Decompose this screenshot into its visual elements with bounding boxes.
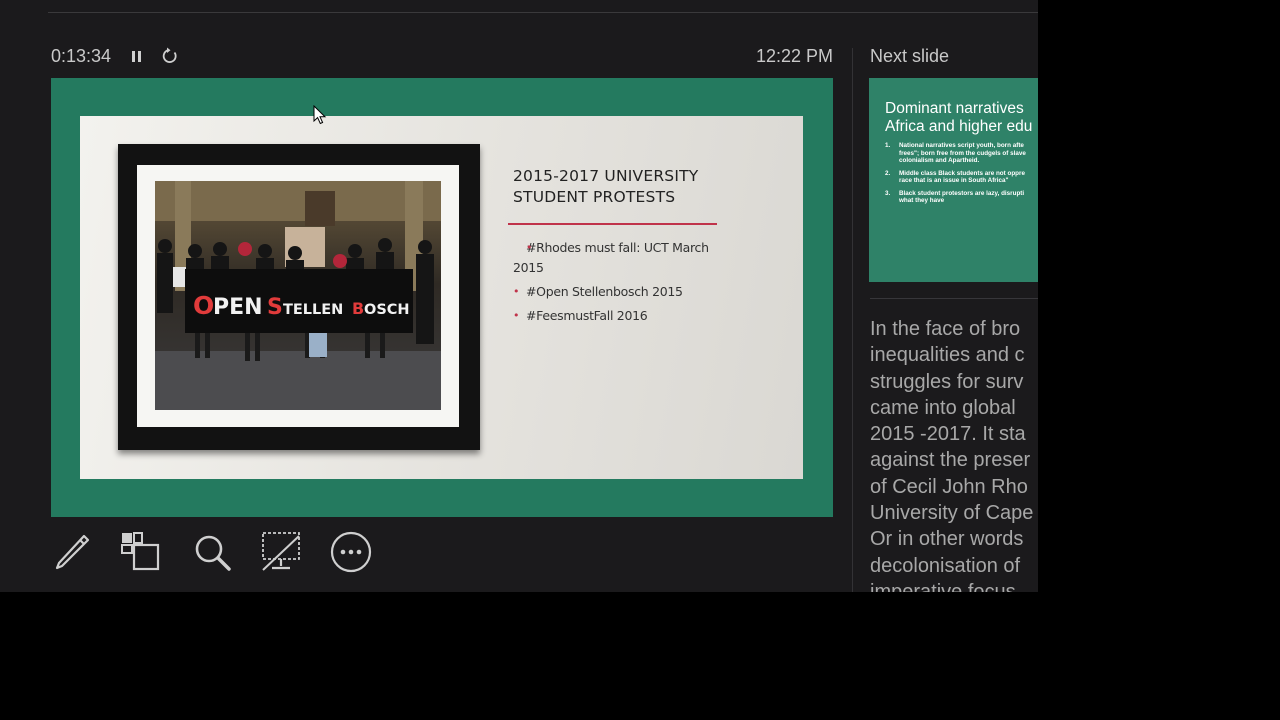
item-number: 2.	[885, 169, 891, 177]
next-slide-item: 1. National narratives script youth, born…	[885, 142, 1038, 165]
next-slide-label: Next slide	[870, 46, 950, 66]
pause-icon	[132, 51, 141, 62]
item-number: 3.	[885, 189, 891, 197]
mouse-pointer-icon	[313, 105, 327, 125]
see-all-slides-button[interactable]	[119, 530, 163, 574]
item-text: Black student protestors are lazy, disru…	[899, 189, 1025, 205]
pen-tool-button[interactable]	[50, 530, 94, 574]
more-options-button[interactable]	[329, 530, 373, 574]
top-divider	[48, 12, 1038, 13]
restart-timer-button[interactable]	[160, 46, 180, 66]
more-options-icon	[330, 531, 372, 573]
slide-bullet: #FeesmustFall 2016	[513, 306, 713, 326]
picture-frame: O PEN S TELLEN B OSCH	[118, 144, 480, 450]
slides-grid-icon	[121, 532, 160, 571]
slide-bullet: #Open Stellenbosch 2015	[513, 282, 713, 302]
next-slide-item: 3. Black student protestors are lazy, dis…	[885, 190, 1038, 205]
svg-text:O: O	[193, 291, 214, 320]
svg-text:PEN: PEN	[213, 295, 263, 320]
black-screen-button[interactable]	[259, 530, 303, 574]
pane-divider[interactable]	[852, 48, 853, 592]
slide-bullet-list: #Rhodes must fall: UCT March 2015 #Open …	[513, 238, 713, 330]
svg-text:TELLEN: TELLEN	[283, 302, 343, 318]
slide-content: O PEN S TELLEN B OSCH 2015-2017 UNIVERSI…	[80, 116, 803, 479]
notes-divider	[870, 298, 1038, 299]
slide-title: 2015-2017 UNIVERSITY STUDENT PROTESTS	[513, 167, 699, 206]
speaker-notes[interactable]: In the face of bro inequalities and c st…	[870, 316, 1038, 592]
restart-icon	[162, 47, 177, 63]
zoom-icon	[195, 535, 231, 571]
next-slide-title: Dominant narratives Africa and higher ed…	[885, 100, 1033, 135]
protest-photo: O PEN S TELLEN B OSCH	[155, 181, 441, 410]
next-slide-thumbnail[interactable]: Dominant narratives Africa and higher ed…	[869, 78, 1038, 282]
pause-button[interactable]	[128, 48, 146, 66]
slide-bullet: #Rhodes must fall: UCT March 2015	[513, 238, 713, 278]
presenter-view: 0:13:34 12:22 PM Next slide O PEN S TELL…	[0, 0, 1038, 592]
title-underline	[508, 223, 717, 225]
item-number: 1.	[885, 142, 891, 149]
next-slide-list: 1. National narratives script youth, born…	[885, 142, 1038, 210]
zoom-button[interactable]	[190, 530, 234, 574]
elapsed-timer: 0:13:34	[51, 46, 112, 66]
item-text: Middle class Black students are not oppr…	[899, 169, 1025, 185]
svg-text:B: B	[352, 299, 364, 318]
clock: 12:22 PM	[756, 46, 834, 66]
pen-icon	[55, 534, 90, 570]
next-slide-item: 2. Middle class Black students are not op…	[885, 170, 1038, 185]
black-screen-icon	[262, 532, 300, 571]
svg-text:OSCH: OSCH	[364, 302, 410, 318]
picture-mat: O PEN S TELLEN B OSCH	[137, 165, 459, 427]
current-slide[interactable]: O PEN S TELLEN B OSCH 2015-2017 UNIVERSI…	[51, 78, 833, 517]
svg-text:S: S	[267, 295, 283, 320]
item-text: National narratives script youth, born a…	[899, 142, 1026, 164]
